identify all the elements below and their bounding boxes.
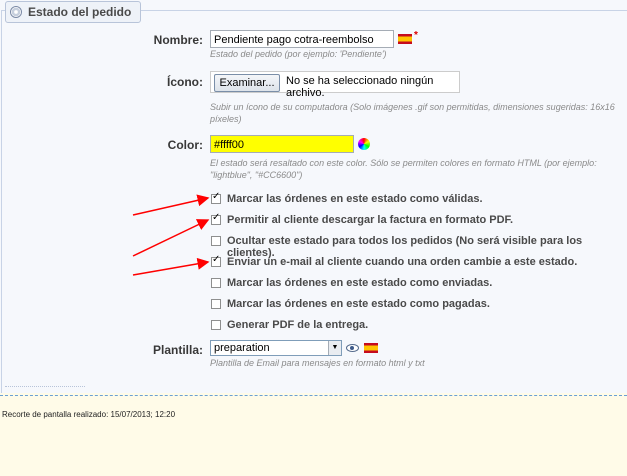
- template-select[interactable]: preparation ▼: [210, 340, 342, 356]
- template-hint: Plantilla de Email para mensajes en form…: [210, 358, 425, 368]
- template-selected-value: preparation: [214, 342, 270, 354]
- template-spain-flag-icon[interactable]: [364, 343, 378, 353]
- eye-icon[interactable]: [346, 344, 359, 352]
- footer-divider: [0, 395, 627, 396]
- next-fieldset-edge: [5, 386, 85, 387]
- capture-timestamp: Recorte de pantalla realizado: 15/07/201…: [2, 410, 176, 419]
- annotation-arrows: [132, 194, 210, 276]
- arrow-valid: [132, 194, 210, 216]
- arrow-email: [132, 257, 210, 276]
- template-label: Plantilla:: [152, 343, 203, 357]
- capture-footer: [0, 393, 627, 476]
- arrow-invoice: [132, 219, 210, 257]
- chevron-down-icon[interactable]: ▼: [328, 341, 341, 355]
